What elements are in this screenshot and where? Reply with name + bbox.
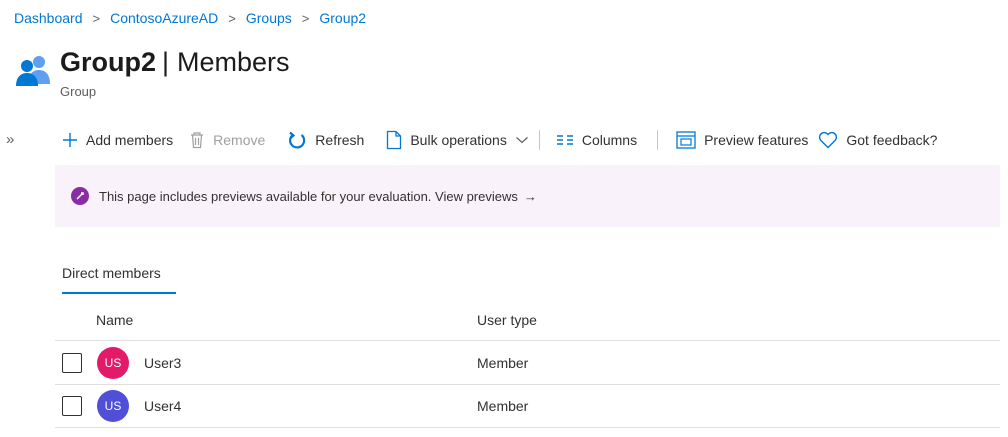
members-table: Name User type US User3 Member US User4 … [55,300,1000,428]
table-header: Name User type [55,300,1000,340]
breadcrumb-groups[interactable]: Groups [246,10,292,26]
user-name[interactable]: User3 [144,355,181,371]
toolbar-divider [657,130,659,150]
heart-icon [819,131,838,149]
feedback-button[interactable]: Got feedback? [818,131,937,149]
breadcrumb-separator: > [92,10,101,26]
preview-features-button[interactable]: Preview features [676,131,808,149]
arrow-right-icon[interactable]: → [524,189,537,204]
columns-button[interactable]: Columns [556,132,637,148]
column-header-user-type[interactable]: User type [477,312,537,328]
column-header-name[interactable]: Name [96,312,133,328]
command-bar: Add members Remove Refresh Bulk operatio… [62,127,937,153]
breadcrumb: Dashboard > ContosoAzureAD > Groups > Gr… [14,10,366,26]
plus-icon [63,133,77,147]
user-name[interactable]: User4 [144,398,181,414]
trash-icon [191,132,204,149]
breadcrumb-separator: > [301,10,310,26]
chevron-down-icon [515,137,528,144]
refresh-button[interactable]: Refresh [287,130,364,150]
remove-button[interactable]: Remove [189,131,265,149]
bulk-operations-button[interactable]: Bulk operations [386,130,529,150]
preview-features-label: Preview features [704,132,809,148]
preview-badge-icon [71,187,89,205]
breadcrumb-group2[interactable]: Group2 [319,10,366,26]
tab-direct-members[interactable]: Direct members [62,265,161,281]
page-title: Group2 | Members [60,46,290,78]
expand-menu-icon[interactable]: » [6,131,14,148]
breadcrumb-contosoazuread[interactable]: ContosoAzureAD [110,10,218,26]
preview-features-icon [676,131,696,149]
document-icon [387,130,402,150]
page-title-group: Group2 [60,47,157,77]
columns-icon [556,135,573,145]
preview-banner: This page includes previews available fo… [55,165,1000,227]
avatar: US [97,390,129,422]
toolbar-divider [538,130,540,150]
refresh-label: Refresh [315,132,365,148]
title-divider: | [162,47,170,77]
row-checkbox[interactable] [62,352,82,373]
row-checkbox[interactable] [62,396,82,416]
group-icon [16,56,50,86]
user-type: Member [477,354,529,371]
user-type: Member [477,398,529,414]
feedback-label: Got feedback? [846,132,938,148]
add-members-label: Add members [86,132,174,148]
table-row[interactable]: US User3 Member [55,340,1000,384]
page-subtitle: Group [60,84,97,99]
table-row[interactable]: US User4 Member [55,384,1000,428]
breadcrumb-separator: > [228,10,236,26]
preview-banner-text[interactable]: This page includes previews available fo… [99,189,518,204]
add-members-button[interactable]: Add members [62,132,173,148]
columns-label: Columns [581,132,638,148]
avatar: US [97,346,129,379]
remove-label: Remove [213,132,266,148]
breadcrumb-dashboard[interactable]: Dashboard [14,10,83,26]
bulk-operations-label: Bulk operations [410,132,507,148]
refresh-icon [289,131,306,149]
active-tab-indicator [62,292,176,294]
page-title-section: Members [177,47,290,77]
page-header: Group2 | Members Group [14,46,290,99]
